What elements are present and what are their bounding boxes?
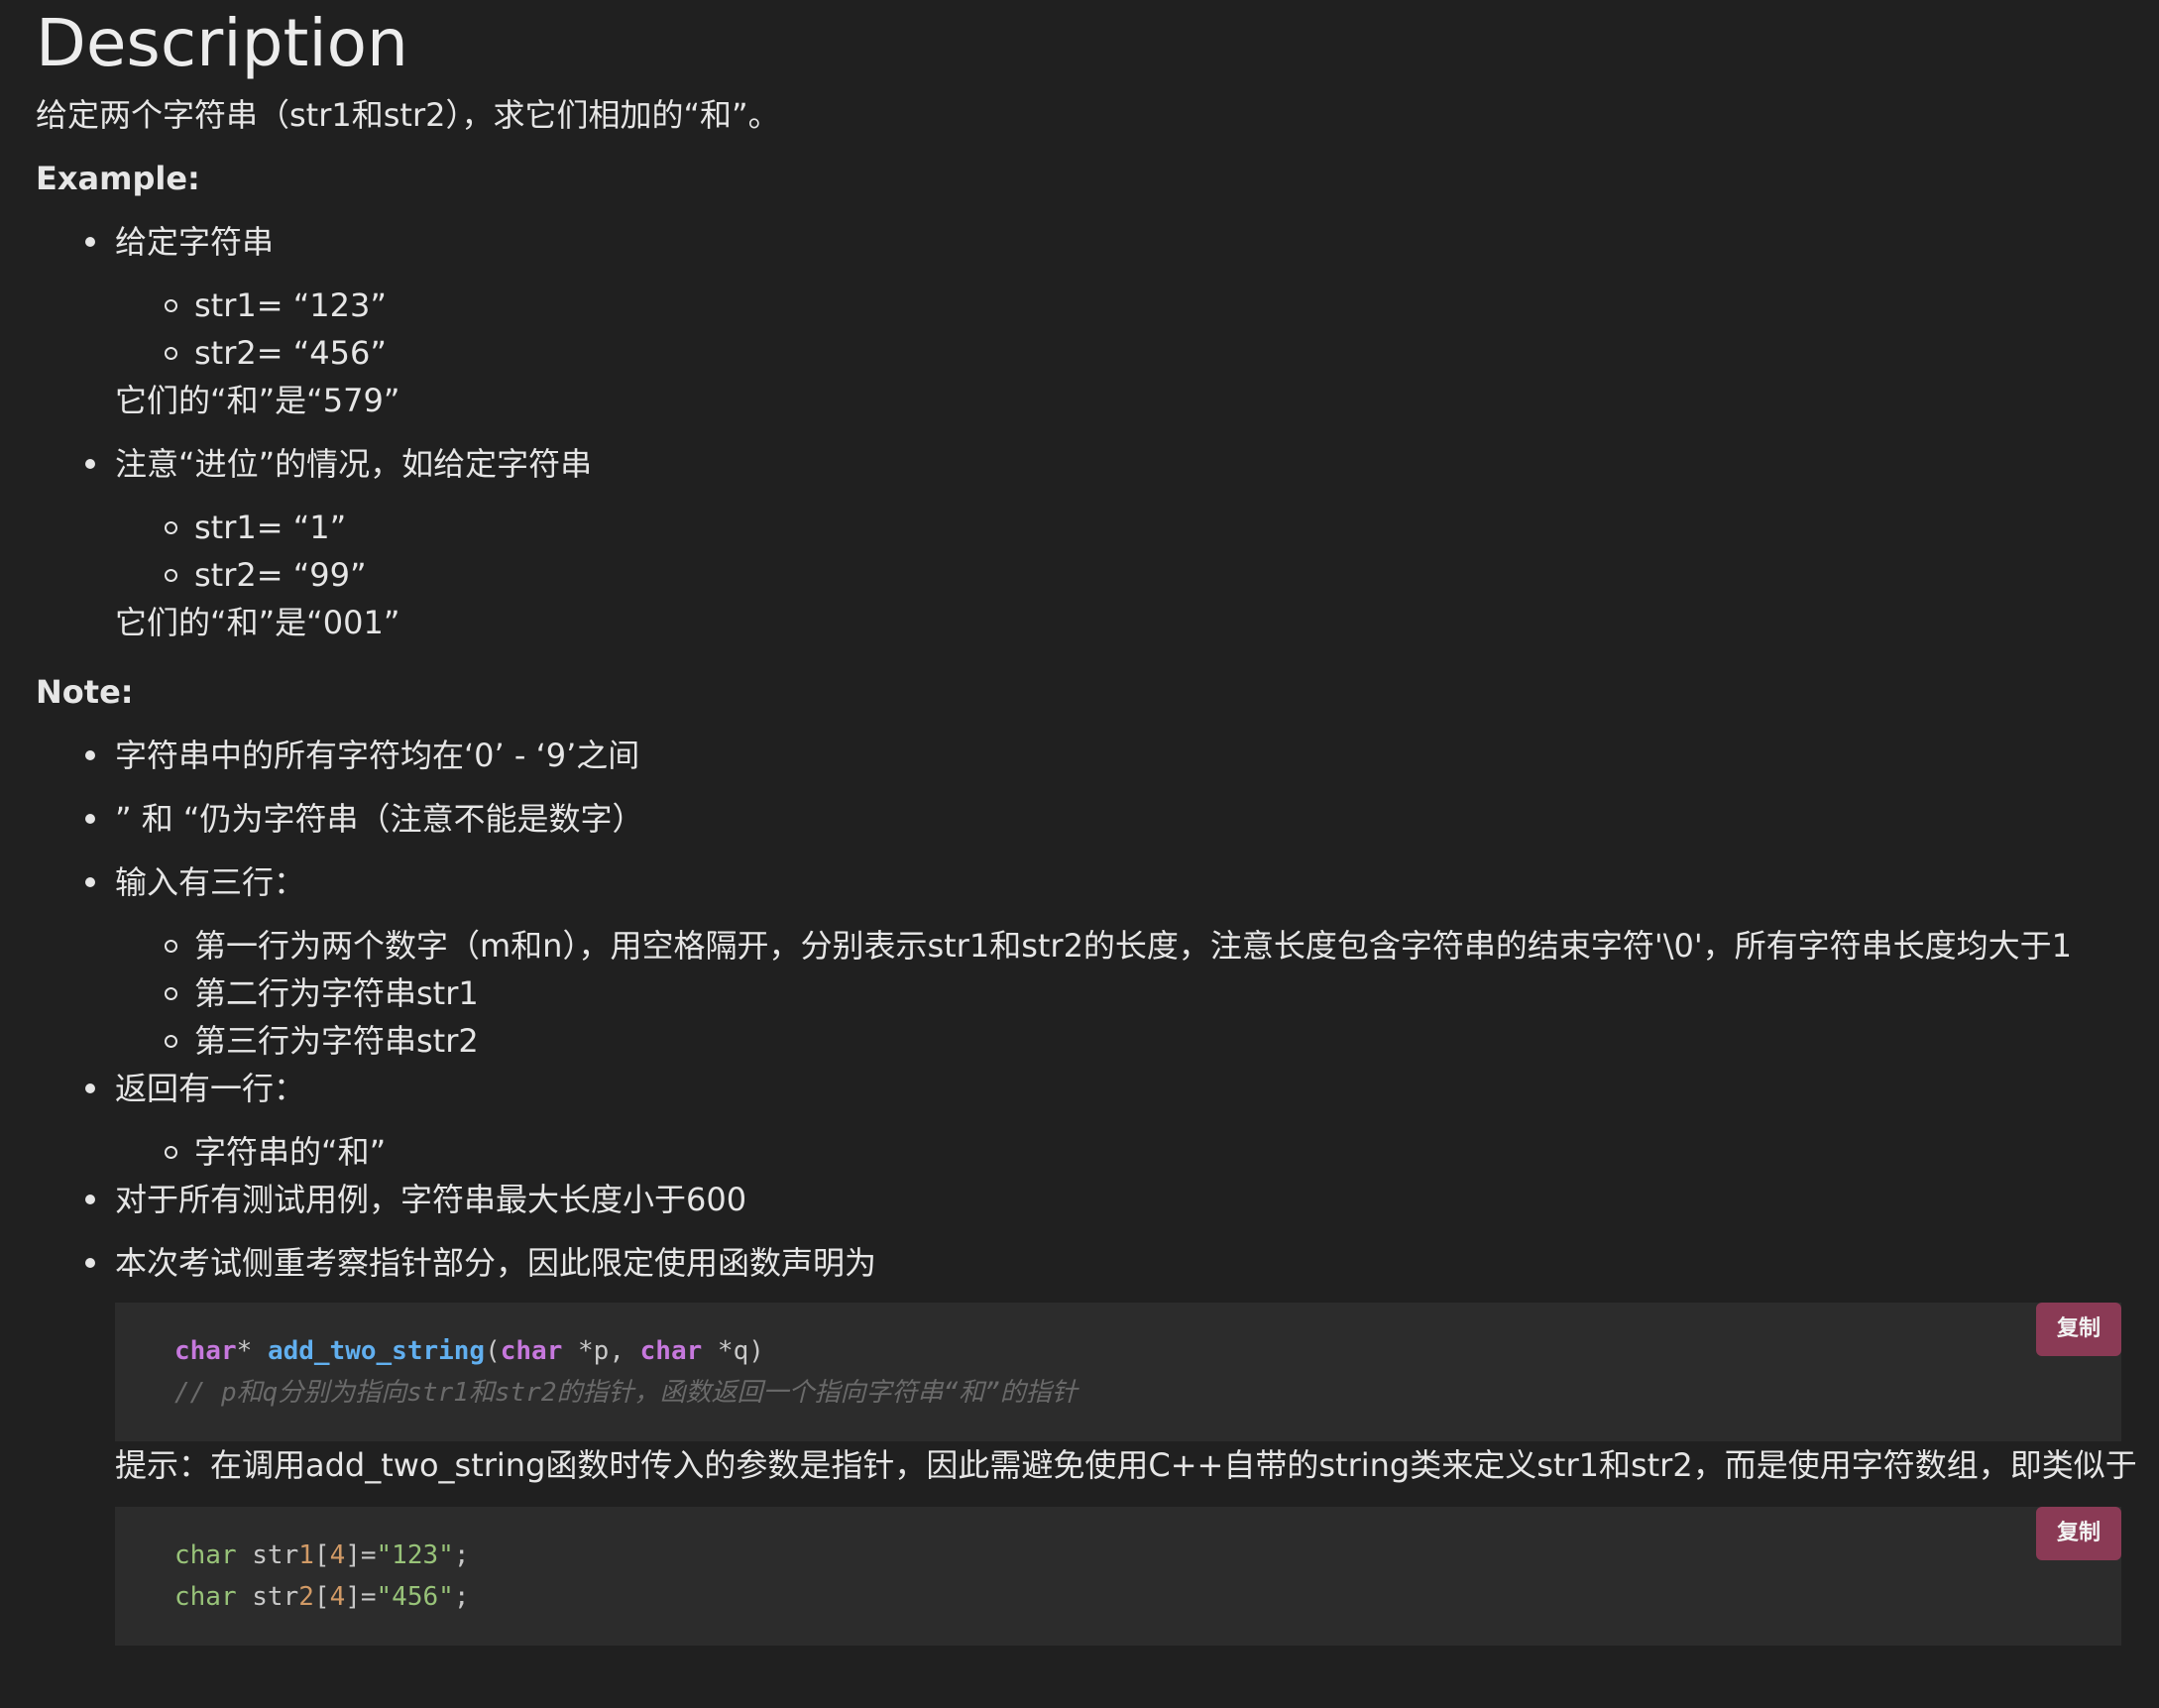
input-sub-item: 第一行为两个数字（m和n），用空格隔开，分别表示str1和str2的长度，注意长… [36,922,2137,969]
code-token: 4 [329,1540,346,1570]
page-title: Description [36,5,408,81]
code-token: "456" [376,1582,454,1612]
copy-button[interactable]: 复制 [2036,1507,2121,1560]
example-item-text: 注意“进位”的情况，如给定字符串 [115,445,593,483]
note-item-digits: 字符串中的所有字符均在‘0’ - ‘9’之间 [36,732,2137,779]
input-sub-item: 第三行为字符串str2 [36,1017,2137,1065]
code-token: char [500,1336,563,1366]
example-result: 它们的“和”是“579” [115,382,400,419]
note-item-output: 返回有一行： 字符串的“和” [36,1065,2137,1176]
note-item-string: ” 和 “仍为字符串（注意不能是数字） [36,795,2137,843]
code-token: ]= [345,1582,377,1612]
output-sub-list: 字符串的“和” [115,1128,2137,1176]
note-item-pointer: 本次考试侧重考察指针部分，因此限定使用函数声明为 复制 char* add_two… [36,1239,2137,1646]
note-item-text: 返回有一行： [115,1070,306,1107]
example-item-2: 注意“进位”的情况，如给定字符串 str1= “1” str2= “99” 它们… [36,440,2137,646]
code-token: ]= [345,1540,377,1570]
code-token: char [174,1336,237,1366]
example-sub-item: str2= “99” [36,551,2137,599]
code-token: char [174,1540,237,1570]
note-item-length: 对于所有测试用例，字符串最大长度小于600 [36,1176,2137,1223]
code-token: 1 [298,1540,314,1570]
code-token: char [174,1582,237,1612]
content-root: Description 给定两个字符串（str1和str2），求它们相加的“和”… [36,0,2137,1646]
code-token: * [236,1336,268,1366]
example-sub-item: str1= “1” [36,504,2137,551]
code-block-example: 复制 char str1[4]="123"; char str2[4]="456"… [115,1507,2121,1646]
code-token: *q) [702,1336,764,1366]
intro-text: 给定两个字符串（str1和str2），求它们相加的“和”。 [36,96,780,134]
code-token: ; [453,1582,470,1612]
example-item-text: 给定字符串 [115,223,275,261]
code-token: char [639,1336,703,1366]
example-sub-item: str2= “456” [36,329,2137,377]
example-sub-item: str1= “123” [36,282,2137,329]
code-token: [ [313,1540,330,1570]
code-token: "123" [376,1540,454,1570]
copy-button[interactable]: 复制 [2036,1303,2121,1356]
code-token: str [236,1582,299,1612]
code-token: [ [313,1582,330,1612]
hint-text: 提示：在调用add_two_string函数时传入的参数是指针，因此需避免使用C… [115,1446,2137,1484]
code-token: add_two_string [267,1336,486,1366]
example-item-1: 给定字符串 str1= “123” str2= “456” 它们的“和”是“57… [36,218,2137,424]
code-token: 4 [329,1582,346,1612]
code-block-signature: 复制 char* add_two_string(char *p, char *q)… [115,1303,2121,1441]
note-item-text: 输入有三行： [115,863,306,901]
example-list: 给定字符串 str1= “123” str2= “456” 它们的“和”是“57… [36,218,2137,646]
code-token: *p, [562,1336,640,1366]
code-comment: // p和q分别为指向str1和str2的指针，函数返回一个指向字符串“和”的指… [174,1378,1078,1408]
example-sub-list: str1= “123” str2= “456” [115,282,2137,377]
note-heading: Note: [36,673,134,711]
input-sub-item: 第二行为字符串str1 [36,969,2137,1017]
example-sub-list: str1= “1” str2= “99” [115,504,2137,599]
code-token: 2 [298,1582,314,1612]
code-token: str [236,1540,299,1570]
note-item-input: 输入有三行： 第一行为两个数字（m和n），用空格隔开，分别表示str1和str2… [36,858,2137,1065]
note-list: 字符串中的所有字符均在‘0’ - ‘9’之间 ” 和 “仍为字符串（注意不能是数… [36,732,2137,1646]
example-result: 它们的“和”是“001” [115,604,400,641]
code-token: ( [485,1336,501,1366]
example-heading: Example: [36,160,200,197]
note-item-text: 本次考试侧重考察指针部分，因此限定使用函数声明为 [115,1244,877,1282]
code-token: ; [453,1540,470,1570]
input-sub-list: 第一行为两个数字（m和n），用空格隔开，分别表示str1和str2的长度，注意长… [115,922,2137,1065]
output-sub-item: 字符串的“和” [36,1128,2137,1176]
